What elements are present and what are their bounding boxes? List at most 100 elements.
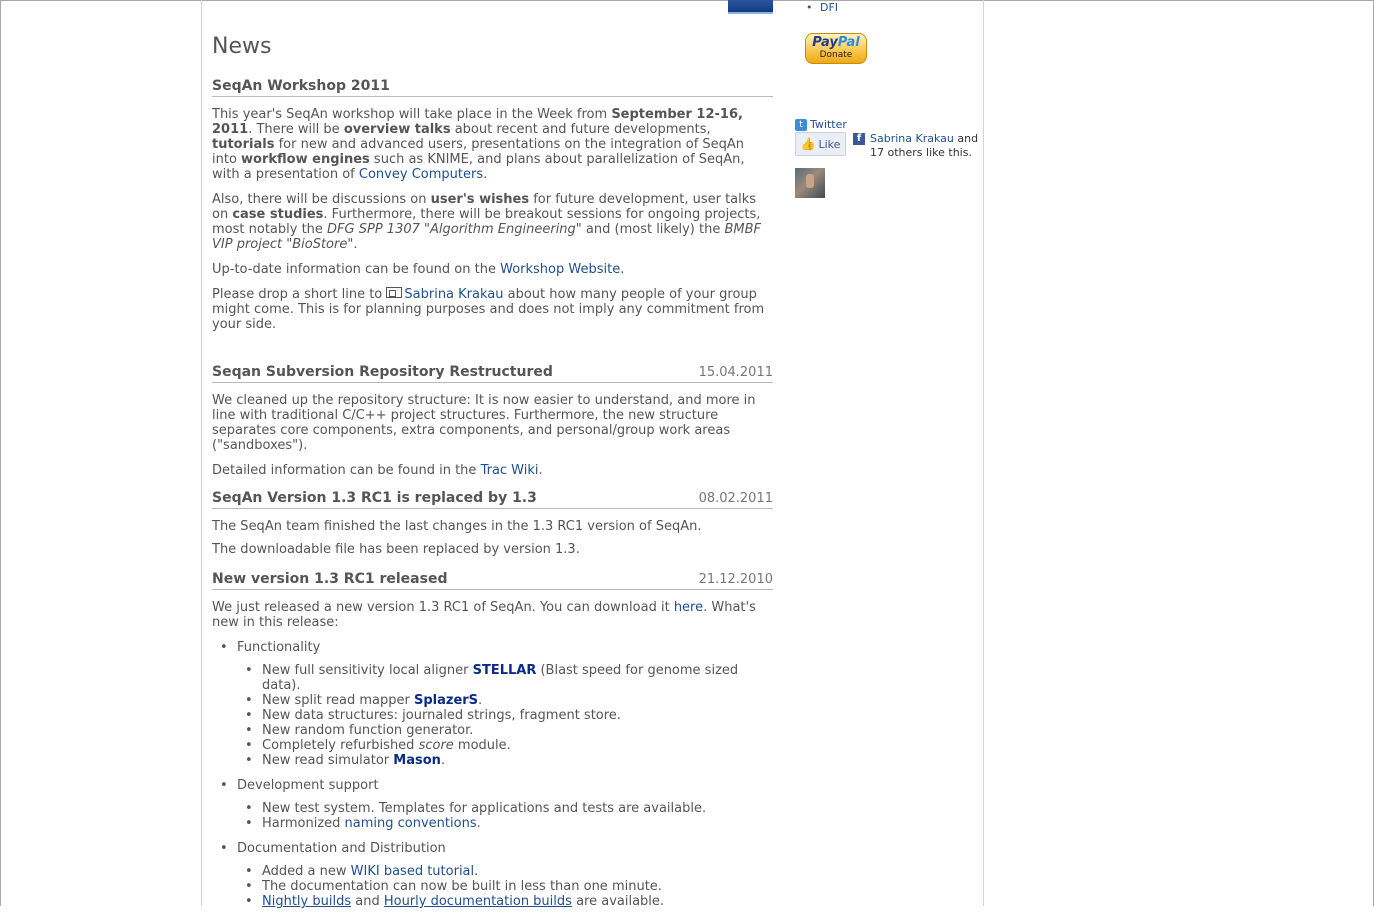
twitter-link[interactable]: Twitter <box>810 117 847 132</box>
text: Added a new <box>262 864 351 879</box>
list-item: The documentation can now be built in le… <box>245 879 773 894</box>
text: . <box>483 167 488 182</box>
news-item-date: 08.02.2011 <box>698 491 773 506</box>
text: . <box>474 864 479 879</box>
paypal-logo-b: Pal <box>837 35 860 50</box>
list-item-devsupport: Development support New test system. Tem… <box>220 778 773 831</box>
list-item: New random function generator. <box>245 723 773 738</box>
news-item-header: Seqan Subversion Repository Restructured… <box>212 365 773 383</box>
paypal-donate-button[interactable]: PayPal Donate <box>805 33 867 64</box>
twitter-icon: t <box>795 118 807 131</box>
stellar-link[interactable]: STELLAR <box>473 663 537 678</box>
text-bold: user's wishes <box>430 192 530 207</box>
text: Up-to-date information can be found on t… <box>212 262 501 277</box>
text-bold: overview talks <box>343 122 451 137</box>
list-item: New full sensitivity local aligner STELL… <box>245 663 773 693</box>
news-item-workshop: SeqAn Workshop 2011 This year's SeqAn wo… <box>212 79 773 332</box>
list-item: Added a new WIKI based tutorial. <box>245 864 773 879</box>
workshop-website-link[interactable]: Workshop Website <box>500 262 620 277</box>
rc1-paragraph-1: We just released a new version 1.3 RC1 o… <box>212 600 773 630</box>
workshop-paragraph-3: Up-to-date information can be found on t… <box>212 262 773 277</box>
list-item-functionality: Functionality New full sensitivity local… <box>220 640 773 768</box>
release-list: Functionality New full sensitivity local… <box>212 640 773 909</box>
text: Detailed information can be found in the <box>212 463 481 478</box>
download-here-link[interactable]: here <box>674 600 703 615</box>
wiki-tutorial-link[interactable]: WIKI based tutorial <box>351 864 474 879</box>
text: are available. <box>571 894 665 909</box>
splazers-link[interactable]: SplazerS <box>414 693 478 708</box>
text: about recent and future developments, <box>450 122 711 137</box>
text: . <box>478 693 483 708</box>
dfi-link[interactable]: DFI <box>820 1 838 14</box>
text: This year's SeqAn workshop will take pla… <box>212 107 612 122</box>
text: . <box>538 463 543 478</box>
text: . There will be <box>248 122 344 137</box>
workshop-paragraph-1: This year's SeqAn workshop will take pla… <box>212 107 773 182</box>
news-item-header: New version 1.3 RC1 released 21.12.2010 <box>212 572 773 590</box>
text: Please drop a short line to <box>212 287 387 302</box>
sabrina-krakau-link[interactable]: Sabrina Krakau <box>404 287 503 302</box>
news-item-v13: SeqAn Version 1.3 RC1 is replaced by 1.3… <box>212 491 773 557</box>
text: . <box>440 753 446 768</box>
news-item-svn: Seqan Subversion Repository Restructured… <box>212 365 773 478</box>
news-item-title: SeqAn Version 1.3 RC1 is replaced by 1.3 <box>212 490 537 506</box>
svn-paragraph-2: Detailed information can be found in the… <box>212 463 773 478</box>
list-item: Completely refurbished score module. <box>245 738 773 753</box>
text: module. <box>453 738 511 753</box>
naming-conventions-link[interactable]: naming conventions <box>345 816 477 831</box>
list-item: New read simulator Mason. <box>245 753 773 768</box>
facebook-like-button[interactable]: 👍 Like <box>795 132 846 156</box>
sublist: New full sensitivity local aligner STELL… <box>237 663 773 768</box>
hourly-docs-link[interactable]: Hourly documentation builds <box>384 894 572 909</box>
text: New full sensitivity local aligner <box>262 663 473 678</box>
mason-link[interactable]: Mason <box>393 753 441 768</box>
text: New read simulator <box>262 753 394 768</box>
list-item: New test system. Templates for applicati… <box>245 801 773 816</box>
text: 17 others like this. <box>870 146 972 159</box>
avatar[interactable] <box>795 168 825 198</box>
facebook-icon: f <box>853 133 865 145</box>
news-item-title: New version 1.3 RC1 released <box>212 571 448 587</box>
svn-paragraph-1: We cleaned up the repository structure: … <box>212 393 756 453</box>
text-italic: DFG SPP 1307 "Algorithm Engineering" <box>327 222 582 237</box>
text: and <box>953 132 979 145</box>
list-item: New data structures: journaled strings, … <box>245 708 773 723</box>
thumbs-up-icon: 👍 <box>800 136 816 151</box>
sublist: New test system. Templates for applicati… <box>237 801 773 831</box>
text: . <box>353 237 358 252</box>
nightly-builds-link[interactable]: Nightly builds <box>262 894 351 909</box>
header-thumbnail[interactable] <box>728 0 773 14</box>
news-item-title: SeqAn Workshop 2011 <box>212 78 390 94</box>
fb-profile-link[interactable]: Sabrina Krakau <box>870 132 954 145</box>
text: Harmonized <box>262 816 345 831</box>
twitter-link-row[interactable]: t Twitter <box>795 117 847 132</box>
news-item-header: SeqAn Workshop 2011 <box>212 79 773 97</box>
like-label: Like <box>818 137 841 151</box>
text: New split read mapper <box>262 693 414 708</box>
list-label: Documentation and Distribution <box>237 841 446 856</box>
news-item-date: 21.12.2010 <box>698 572 773 587</box>
text: and (most likely) the <box>581 222 725 237</box>
sublist: Added a new WIKI based tutorial. The doc… <box>237 864 773 909</box>
text-bold: tutorials <box>212 137 275 152</box>
trac-wiki-link[interactable]: Trac Wiki <box>481 463 539 478</box>
list-item: Harmonized naming conventions. <box>245 816 773 831</box>
workshop-paragraph-4: Please drop a short line to Sabrina Krak… <box>212 287 773 332</box>
list-item: Nightly builds and Hourly documentation … <box>245 894 773 909</box>
text: . <box>620 262 625 277</box>
list-item: New split read mapper SplazerS. <box>245 693 773 708</box>
convey-computers-link[interactable]: Convey Computers <box>359 167 483 182</box>
email-icon[interactable] <box>386 287 403 298</box>
text: Completely refurbished <box>262 738 419 753</box>
list-label: Functionality <box>237 640 321 655</box>
news-item-title: Seqan Subversion Repository Restructured <box>212 364 553 380</box>
v13-paragraph-2: The downloadable file has been replaced … <box>212 542 580 557</box>
news-item-header: SeqAn Version 1.3 RC1 is replaced by 1.3… <box>212 491 773 509</box>
text-italic: score <box>418 738 454 753</box>
news-item-rc1: New version 1.3 RC1 released 21.12.2010 … <box>212 572 773 917</box>
text: . <box>476 816 481 831</box>
text-bold: case studies <box>232 207 324 222</box>
news-heading: News <box>212 34 272 59</box>
v13-paragraph-1: The SeqAn team finished the last changes… <box>212 519 702 534</box>
text: Also, there will be discussions on <box>212 192 431 207</box>
